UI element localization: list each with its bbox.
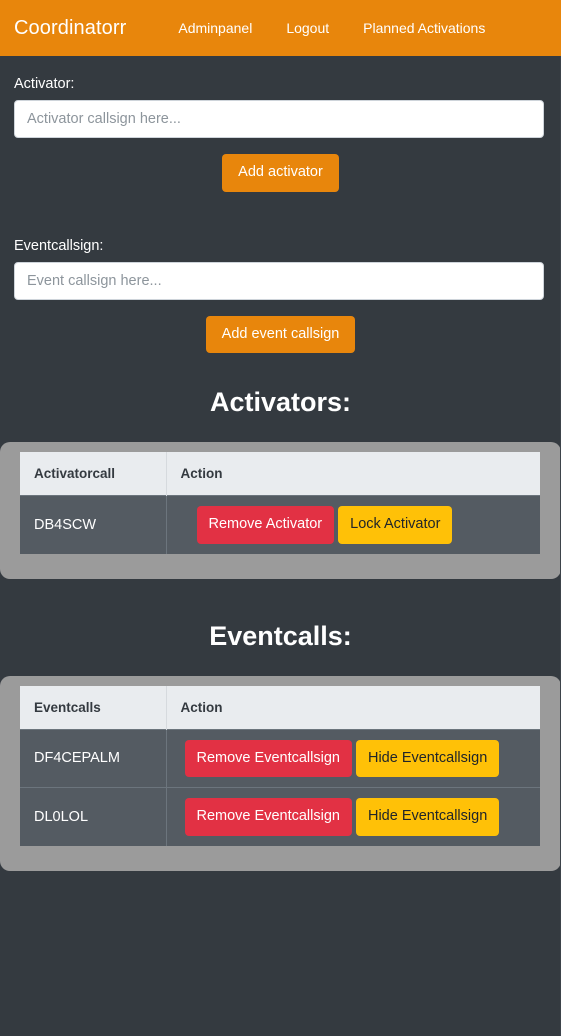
activators-heading-wrap: Activators: [0,353,561,418]
eventcalls-table-wrapper: Eventcalls Action DF4CEPALM Remove Event… [0,675,561,871]
eventcall-call-cell: DF4CEPALM [20,728,167,788]
eventcallsign-submit-row: Add event callsign [14,315,547,353]
eventcalls-header-row: Eventcalls Action [20,685,540,729]
activators-table-head: Activatorcall Action [20,452,540,496]
eventcall-action-cell: Remove Eventcallsign Hide Eventcallsign [166,728,541,788]
eventcall-call-cell: DL0LOL [20,787,167,846]
page-root: Coordinatorr Adminpanel Logout Planned A… [0,0,561,1036]
table-row: DL0LOL Remove Eventcallsign Hide Eventca… [20,787,541,846]
eventcalls-heading-wrap: Eventcalls: [0,579,561,652]
activator-action-cell: Remove Activator Lock Activator [166,495,541,554]
form-spacer [0,192,561,218]
remove-eventcallsign-button[interactable]: Remove Eventcallsign [184,798,352,836]
eventcalls-table-body: DF4CEPALM Remove Eventcallsign Hide Even… [20,728,541,846]
activators-heading: Activators: [209,387,352,417]
activators-col-header-call: Activatorcall [20,452,167,496]
eventcalls-col-header-action: Action [166,685,540,729]
eventcallsign-label: Eventcallsign: [14,237,104,254]
activators-header-row: Activatorcall Action [20,452,540,496]
eventcalls-table-head: Eventcalls Action [20,685,540,729]
activator-call-cell: DB4SCW [20,495,167,554]
activator-form: Activator: Add activator [0,76,561,192]
activators-col-header-action: Action [166,452,540,496]
add-event-callsign-button[interactable]: Add event callsign [205,315,356,353]
eventcallsign-input[interactable] [14,261,544,300]
activator-submit-row: Add activator [14,154,547,192]
add-activator-button[interactable]: Add activator [222,154,339,192]
activator-label: Activator: [14,76,75,92]
remove-activator-button[interactable]: Remove Activator [196,506,335,544]
eventcalls-table: Eventcalls Action DF4CEPALM Remove Event… [20,685,541,846]
remove-eventcallsign-button[interactable]: Remove Eventcallsign [184,739,352,777]
activator-action-group: Remove Activator Lock Activator [167,506,541,544]
navbar-links: Adminpanel Logout Planned Activations [178,20,485,36]
nav-link-planned-activations[interactable]: Planned Activations [363,20,485,36]
eventcall-action-cell: Remove Eventcallsign Hide Eventcallsign [166,787,541,846]
activators-gap [0,418,561,442]
eventcall-action-group: Remove Eventcallsign Hide Eventcallsign [167,739,541,777]
activator-input[interactable] [14,100,544,138]
eventcallsign-form: Eventcallsign: Add event callsign [0,237,561,353]
table-row: DB4SCW Remove Activator Lock Activator [20,495,541,554]
hide-eventcallsign-button[interactable]: Hide Eventcallsign [355,739,500,777]
lock-activator-button[interactable]: Lock Activator [338,506,453,544]
nav-link-adminpanel[interactable]: Adminpanel [178,20,252,36]
eventcalls-col-header-call: Eventcalls [20,685,167,729]
activators-table-body: DB4SCW Remove Activator Lock Activator [20,495,541,554]
eventcalls-heading: Eventcalls: [209,620,352,651]
nav-link-logout[interactable]: Logout [286,20,329,36]
brand-title[interactable]: Coordinatorr [14,17,126,40]
activators-table: Activatorcall Action DB4SCW Remove Activ… [20,452,540,554]
hide-eventcallsign-button[interactable]: Hide Eventcallsign [355,798,500,836]
eventcall-action-group: Remove Eventcallsign Hide Eventcallsign [167,798,541,836]
eventcalls-gap [0,652,561,676]
activators-table-wrapper: Activatorcall Action DB4SCW Remove Activ… [0,442,561,579]
navbar: Coordinatorr Adminpanel Logout Planned A… [0,0,561,56]
table-row: DF4CEPALM Remove Eventcallsign Hide Even… [20,728,541,788]
